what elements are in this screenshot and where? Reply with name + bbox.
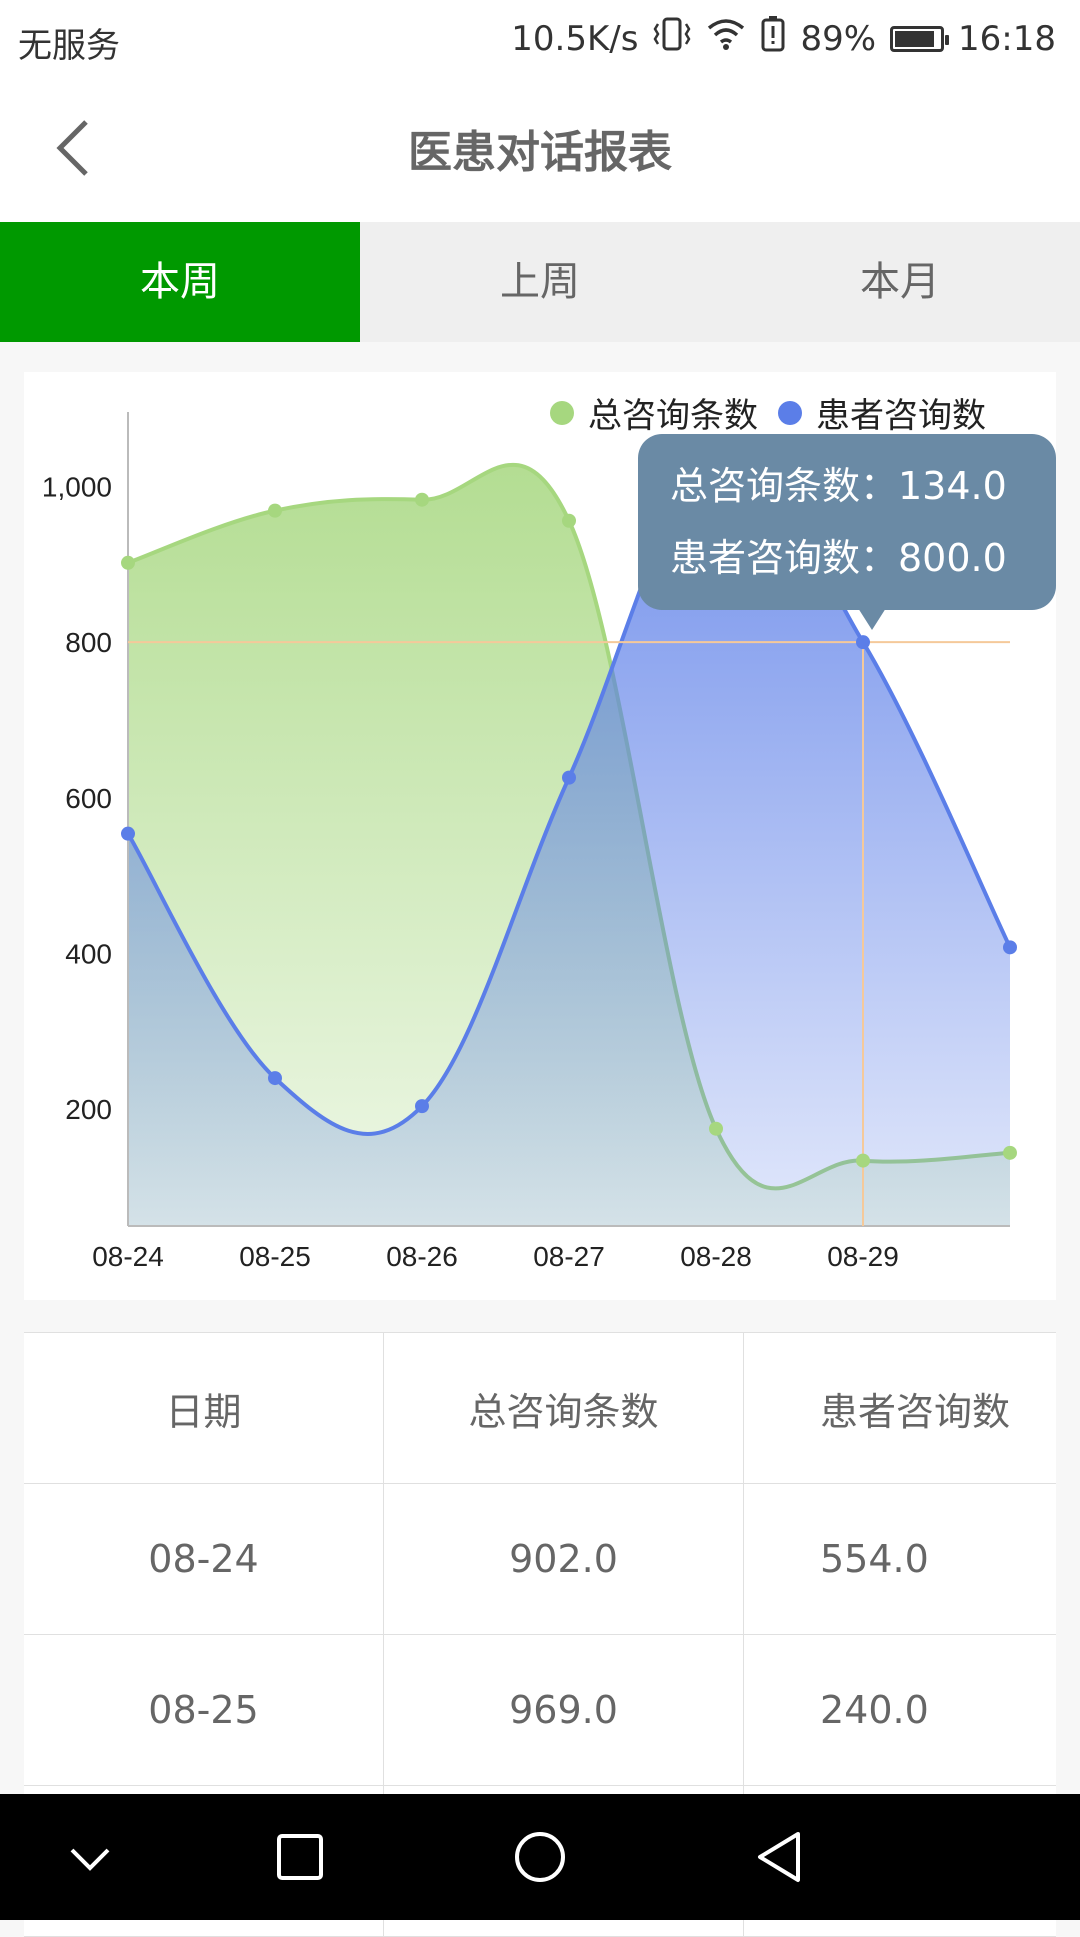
period-tabs: 本周 上周 本月 (0, 222, 1080, 342)
data-point-0-5 (856, 1153, 870, 1168)
legend-item-patient[interactable]: 患者咨询数 (778, 388, 986, 437)
battery-alert-icon (760, 16, 786, 61)
table-header-row: 日期 总咨询条数 患者咨询数 (24, 1333, 1056, 1484)
vibrate-icon (652, 16, 692, 61)
wifi-icon (706, 17, 746, 60)
data-point-1-1 (268, 1071, 282, 1086)
legend-label-patient: 患者咨询数 (816, 396, 986, 436)
tooltip-arrow (858, 608, 886, 630)
tab-this-week[interactable]: 本周 (0, 222, 360, 342)
y-tick-label: 400 (65, 939, 112, 970)
carrier-text: 无服务 (18, 26, 120, 66)
recents-square-icon (277, 1834, 323, 1880)
chevron-down-icon (70, 1848, 110, 1871)
nav-back-button[interactable] (720, 1794, 840, 1920)
x-tick-label: 08-27 (533, 1241, 605, 1272)
y-tick-label: 1,000 (42, 471, 112, 502)
y-tick-label: 600 (65, 783, 112, 814)
app-header: 医患对话报表 (0, 76, 1080, 222)
y-tick-label: 200 (65, 1094, 112, 1125)
page-title: 医患对话报表 (408, 127, 672, 178)
battery-icon (890, 25, 950, 52)
tab-this-month[interactable]: 本月 (720, 222, 1080, 342)
header-cell-date: 日期 (24, 1333, 384, 1483)
cell-total: 969.0 (384, 1635, 744, 1785)
home-circle-icon (515, 1832, 565, 1882)
header-cell-total: 总咨询条数 (384, 1333, 744, 1483)
chart-card[interactable]: 200 400 600 800 1,000 08-24 08-25 08-26 08-27 08-… (24, 372, 1056, 1300)
nav-collapse-button[interactable] (30, 1794, 150, 1920)
x-tick-label: 08-28 (680, 1241, 752, 1272)
tooltip-line-total: 总咨询条数：134.0 (670, 464, 1007, 508)
cell-date: 08-25 (24, 1635, 384, 1785)
legend-item-total[interactable]: 总咨询条数 (550, 388, 758, 437)
status-bar: 无服务 10.5K/s 89% 16:18 (0, 0, 1080, 76)
legend-label-total: 总咨询条数 (588, 396, 758, 436)
y-tick-label: 800 (65, 627, 112, 658)
data-point-0-4 (709, 1121, 723, 1136)
cell-patient: 554.0 (820, 1537, 929, 1581)
clock: 16:18 (958, 18, 1056, 59)
battery-percent: 89% (800, 18, 877, 59)
x-tick-label: 08-24 (92, 1241, 164, 1272)
chart-tooltip: 总咨询条数：134.0 患者咨询数：800.0 (638, 434, 1056, 630)
data-point-1-0 (121, 826, 135, 841)
net-speed: 10.5K/s (511, 18, 639, 59)
data-point-0-3 (562, 513, 576, 528)
x-tick-label: 08-29 (827, 1241, 899, 1272)
data-point-0-0 (121, 555, 135, 570)
nav-home-button[interactable] (480, 1794, 600, 1920)
table-row: 08-25 969.0 240.0 (24, 1635, 1056, 1786)
chart-legend: 总咨询条数 患者咨询数 (530, 388, 986, 437)
cell-total: 902.0 (384, 1484, 744, 1634)
data-point-0-2 (415, 492, 429, 507)
back-triangle-icon (758, 1832, 800, 1882)
data-point-1-3 (562, 770, 576, 785)
data-point-1-5 (856, 635, 870, 650)
data-point-0-6 (1003, 1145, 1017, 1160)
table-row: 08-24 902.0 554.0 (24, 1484, 1056, 1635)
x-tick-label: 08-26 (386, 1241, 458, 1272)
tab-last-week[interactable]: 上周 (360, 222, 720, 342)
nav-recents-button[interactable] (240, 1794, 360, 1920)
x-tick-label: 08-25 (239, 1241, 311, 1272)
data-point-1-2 (415, 1099, 429, 1114)
cell-date: 08-24 (24, 1484, 384, 1634)
legend-dot-total (550, 400, 574, 425)
system-nav-bar (0, 1794, 1080, 1920)
header-cell-patient: 患者咨询数 (820, 1389, 1011, 1434)
tooltip-line-patient: 患者咨询数：800.0 (670, 536, 1007, 580)
data-point-1-6 (1003, 940, 1017, 955)
status-right: 10.5K/s 89% 16:18 (511, 16, 1056, 61)
legend-dot-patient (778, 400, 802, 425)
cell-patient: 240.0 (820, 1688, 929, 1732)
data-point-0-1 (268, 503, 282, 518)
